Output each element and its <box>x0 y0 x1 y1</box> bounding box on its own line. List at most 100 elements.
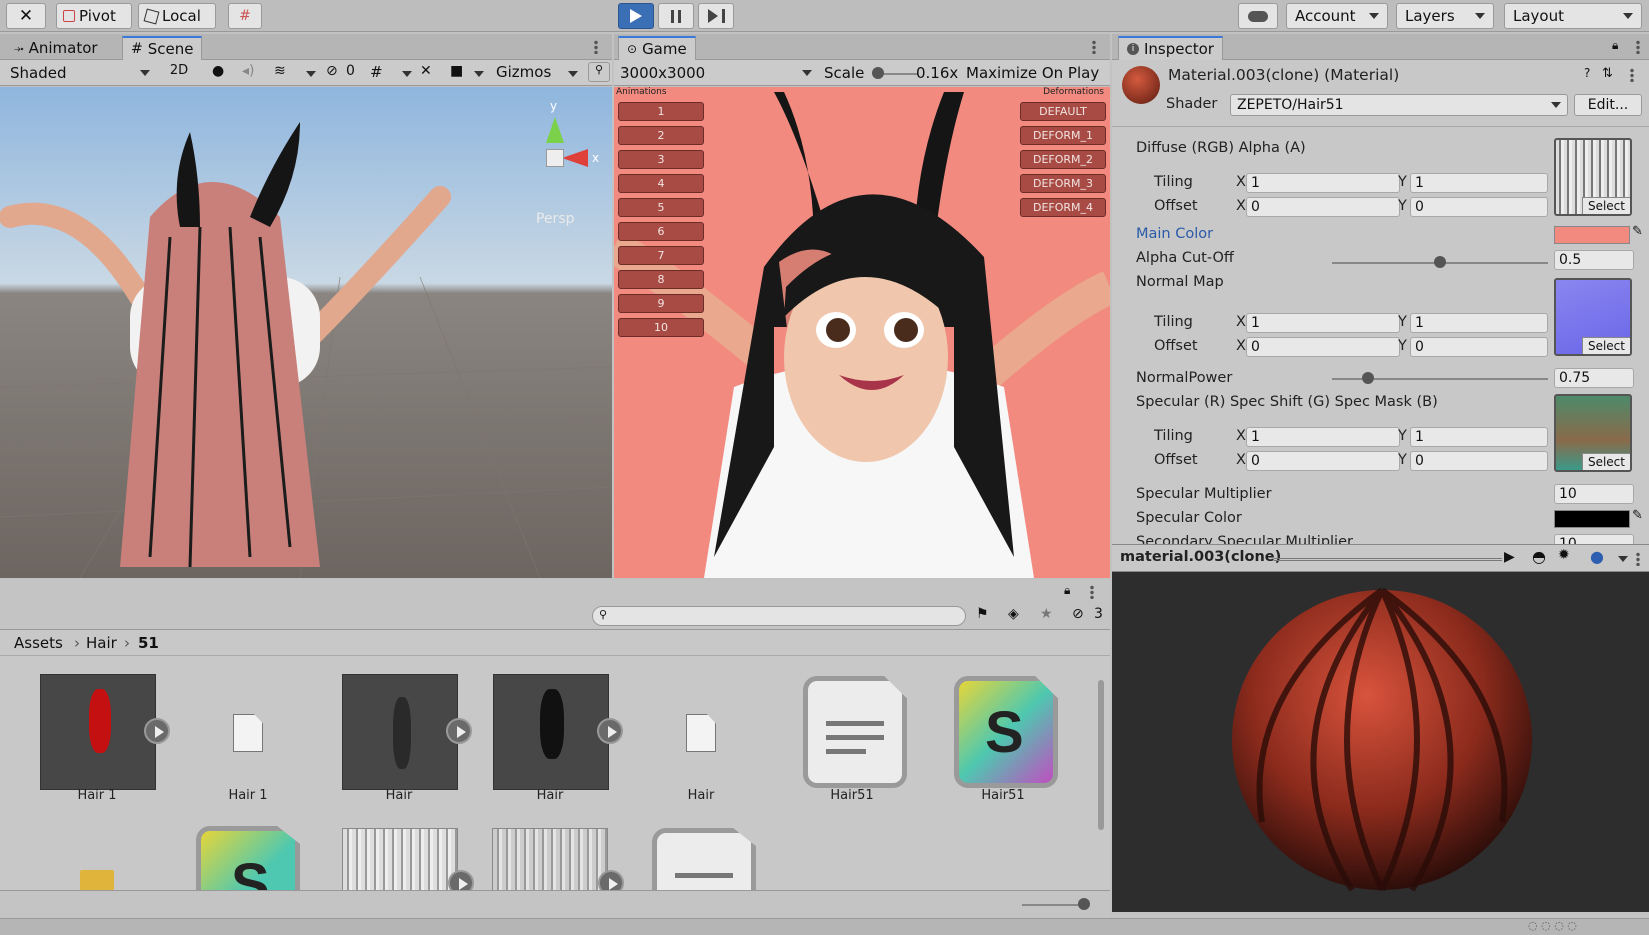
project-menu-icon[interactable] <box>1090 585 1094 599</box>
normal-offset-x[interactable]: 0 <box>1246 337 1400 357</box>
scene-menu-icon[interactable] <box>594 40 598 54</box>
diffuse-offset-x[interactable]: 0 <box>1246 197 1400 217</box>
asset-hair51-shader[interactable]: S Hair51 <box>938 662 1068 812</box>
alpha-cutoff-input[interactable]: 0.5 <box>1554 250 1634 270</box>
deform-button-3[interactable]: DEFORM_3 <box>1020 174 1106 193</box>
inspector-menu-icon[interactable] <box>1636 40 1640 54</box>
preview-shape-icon[interactable]: ◓ <box>1532 547 1546 566</box>
normal-select-button[interactable]: Select <box>1581 337 1630 354</box>
account-dropdown[interactable]: Account <box>1286 3 1388 29</box>
asset-grid-scrollbar[interactable] <box>1096 662 1106 882</box>
breadcrumb-51[interactable]: 51 <box>138 634 159 652</box>
expand-arrow-icon[interactable] <box>446 718 472 744</box>
normal-tiling-x[interactable]: 1 <box>1246 313 1400 333</box>
gizmos-dropdown-icon[interactable] <box>568 71 578 77</box>
animation-button-1[interactable]: 1 <box>618 102 704 121</box>
persp-label[interactable]: Persp <box>536 211 575 227</box>
chevron-down-icon[interactable] <box>1618 556 1628 562</box>
grid-snap-button[interactable]: # <box>228 3 262 29</box>
shader-dropdown[interactable]: ZEPETO/Hair51 <box>1230 94 1568 116</box>
grid-icon[interactable]: # <box>370 63 383 81</box>
normal-tiling-y[interactable]: 1 <box>1410 313 1548 333</box>
diffuse-tiling-y[interactable]: 1 <box>1410 173 1548 193</box>
asset-hair-mesh[interactable]: Hair <box>485 662 623 812</box>
deform-button-2[interactable]: DEFORM_2 <box>1020 150 1106 169</box>
deform-button-1[interactable]: DEFORM_1 <box>1020 126 1106 145</box>
spec-offset-y[interactable]: 0 <box>1410 451 1548 471</box>
spec-multiplier-input[interactable]: 10 <box>1554 484 1634 504</box>
animation-button-5[interactable]: 5 <box>618 198 704 217</box>
diffuse-texture-slot[interactable]: Select <box>1554 138 1632 216</box>
pause-button[interactable] <box>658 3 694 29</box>
preview-sphere-icon[interactable]: ● <box>1590 547 1604 566</box>
gizmos-button[interactable]: Gizmos <box>496 63 551 81</box>
game-menu-icon[interactable] <box>1092 40 1096 54</box>
breadcrumb-hair[interactable]: Hair <box>86 634 117 652</box>
preset-icon[interactable]: ⇅ <box>1602 66 1613 81</box>
layers-dropdown[interactable]: Layers <box>1396 3 1494 29</box>
secondary-spec-input[interactable]: 10 <box>1554 534 1634 544</box>
animation-button-8[interactable]: 8 <box>618 270 704 289</box>
local-button[interactable]: Local <box>138 3 216 29</box>
asset-hair-model[interactable]: Hair <box>334 662 472 812</box>
normal-power-knob[interactable] <box>1362 372 1374 384</box>
preview-resize-handle[interactable] <box>1274 558 1502 561</box>
effects-dropdown-icon[interactable] <box>306 71 316 77</box>
lock-icon[interactable]: 🔒︎ <box>1612 38 1618 53</box>
pivot-button[interactable]: Pivot <box>56 3 132 29</box>
eyedropper-icon[interactable]: ✎ <box>1632 508 1643 523</box>
shading-mode-dropdown[interactable]: Shaded <box>6 62 154 84</box>
diffuse-tiling-x[interactable]: 1 <box>1246 173 1400 193</box>
help-icon[interactable]: ? <box>1584 66 1590 80</box>
favorite-star-icon[interactable]: ★ <box>1040 606 1053 622</box>
texture-thumbnail[interactable] <box>492 828 608 890</box>
lighting-icon[interactable]: ● <box>212 63 224 79</box>
tab-inspector[interactable]: i Inspector <box>1118 36 1223 60</box>
component-menu-icon[interactable] <box>1630 68 1634 82</box>
preview-play-icon[interactable]: ▶ <box>1504 549 1515 565</box>
specular-texture-slot[interactable]: Select <box>1554 394 1632 472</box>
spec-tiling-y[interactable]: 1 <box>1410 427 1548 447</box>
normal-map-texture-slot[interactable]: Select <box>1554 278 1632 356</box>
play-button[interactable] <box>618 3 654 29</box>
edit-shader-button[interactable]: Edit... <box>1574 94 1642 116</box>
tools-icon[interactable]: ✕ <box>420 63 432 79</box>
grid-dropdown-icon[interactable] <box>402 71 412 77</box>
filter-type-icon[interactable]: ⚑ <box>976 606 989 622</box>
animation-button-3[interactable]: 3 <box>618 150 704 169</box>
normal-offset-y[interactable]: 0 <box>1410 337 1548 357</box>
scene-view[interactable]: y x Persp <box>0 87 612 578</box>
material-preview[interactable] <box>1112 572 1649 912</box>
spec-offset-x[interactable]: 0 <box>1246 451 1400 471</box>
status-icons[interactable]: ◌ ◌ ◌ ◌ <box>1528 919 1577 932</box>
preview-menu-icon[interactable] <box>1636 552 1640 566</box>
tools-button[interactable]: ✕ <box>6 3 46 29</box>
scene-search-icon[interactable]: ⚲ <box>588 62 610 82</box>
normal-power-input[interactable]: 0.75 <box>1554 368 1634 388</box>
deform-button-default[interactable]: DEFAULT <box>1020 102 1106 121</box>
eyedropper-icon[interactable]: ✎ <box>1632 224 1643 239</box>
thumbnail-size-knob[interactable] <box>1078 898 1090 910</box>
deform-button-4[interactable]: DEFORM_4 <box>1020 198 1106 217</box>
animation-button-9[interactable]: 9 <box>618 294 704 313</box>
label-tag-icon[interactable]: ◈ <box>1008 606 1019 622</box>
scrollbar-thumb[interactable] <box>1098 680 1104 830</box>
axis-y-cone[interactable] <box>546 117 564 143</box>
tab-scene[interactable]: # Scene <box>122 36 203 60</box>
hidden-packages-icon[interactable]: ⊘ <box>1072 606 1084 622</box>
preview-light-icon[interactable]: ✹ <box>1558 547 1570 563</box>
shader-icon[interactable]: S <box>196 826 300 890</box>
specular-select-button[interactable]: Select <box>1581 453 1630 470</box>
spec-tiling-x[interactable]: 1 <box>1246 427 1400 447</box>
asset-hair-file[interactable]: Hair <box>636 662 766 812</box>
2d-toggle[interactable]: 2D <box>164 63 194 83</box>
audio-icon[interactable]: ◂) <box>242 63 255 79</box>
project-search-input[interactable]: ⚲ <box>592 606 966 626</box>
animation-button-10[interactable]: 10 <box>618 318 704 337</box>
expand-arrow-icon[interactable] <box>598 870 624 890</box>
expand-arrow-icon[interactable] <box>597 718 623 744</box>
main-color-swatch[interactable] <box>1554 226 1630 244</box>
scene-orientation-gizmo[interactable]: y x Persp <box>516 99 599 227</box>
layout-dropdown[interactable]: Layout <box>1504 3 1642 29</box>
lock-icon[interactable]: 🔒︎ <box>1064 583 1070 598</box>
